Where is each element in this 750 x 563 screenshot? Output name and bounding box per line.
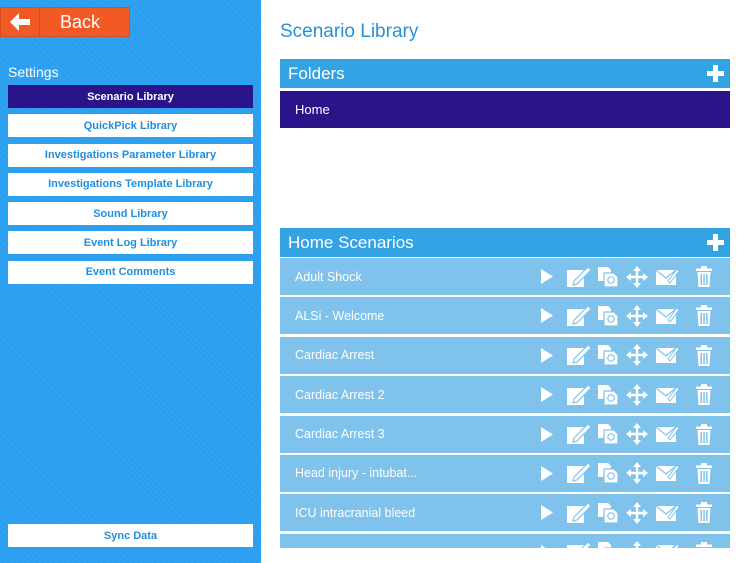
scenario-actions [536,416,714,453]
email-icon[interactable] [654,464,680,482]
edit-icon[interactable] [566,423,592,445]
play-icon[interactable] [536,426,558,443]
email-icon[interactable] [654,425,680,443]
duplicate-icon[interactable] [596,541,620,548]
scenario-name[interactable]: ICU intracranial bleed [295,506,415,520]
trash-icon[interactable] [694,344,714,366]
add-folder-icon[interactable] [707,65,724,82]
move-icon[interactable] [625,462,649,485]
trash-icon[interactable] [694,541,714,548]
sidebar: Back Settings Scenario Library QuickPick… [0,0,261,563]
email-icon[interactable] [654,267,680,286]
trash-icon[interactable] [694,423,714,445]
main-content: Scenario Library Folders Home Home Scena… [261,0,750,563]
scenario-name[interactable]: Cardiac Arrest 3 [295,427,385,441]
folder-name: Home [295,102,330,117]
settings-menu: Scenario Library QuickPick Library Inves… [8,85,253,290]
scenario-actions [536,534,714,548]
duplicate-icon[interactable] [596,305,620,327]
play-icon[interactable] [536,386,558,403]
sidebar-item-scenario-library[interactable]: Scenario Library [8,85,253,108]
scenario-row: Cardiac Arrest 2 [280,376,730,414]
move-icon[interactable] [625,265,649,288]
scenario-row [280,533,730,548]
edit-icon[interactable] [566,462,592,484]
sidebar-item-sound-library[interactable]: Sound Library [8,202,253,226]
scenario-name[interactable]: ALSi - Welcome [295,309,384,323]
scenario-actions [536,376,714,413]
trash-icon[interactable] [694,384,714,406]
scenario-name[interactable]: Head injury - intubat... [295,466,417,480]
scenario-actions [536,258,714,295]
sidebar-item-quickpick-library[interactable]: QuickPick Library [8,114,253,138]
duplicate-icon[interactable] [596,502,620,524]
scenario-row: ICU intracranial bleed [280,494,730,532]
email-icon[interactable] [654,385,680,404]
move-icon[interactable] [625,344,649,367]
scenario-row: Cardiac Arrest [280,336,730,374]
play-icon[interactable] [536,268,558,285]
scenarios-header-label: Home Scenarios [288,232,414,252]
trash-icon[interactable] [694,462,714,484]
move-icon[interactable] [625,383,649,406]
sidebar-item-investigations-parameter-library[interactable]: Investigations Parameter Library [8,143,253,167]
edit-icon[interactable] [566,265,592,288]
edit-icon[interactable] [566,541,592,548]
scenario-name[interactable]: Cardiac Arrest [295,348,374,362]
trash-icon[interactable] [694,502,714,524]
page-title: Scenario Library [280,21,419,42]
sidebar-item-event-log-library[interactable]: Event Log Library [8,231,253,255]
move-icon[interactable] [625,541,649,548]
play-icon[interactable] [536,544,558,548]
edit-icon[interactable] [566,305,592,327]
duplicate-icon[interactable] [596,423,620,445]
scenario-actions [536,494,714,531]
scenario-name[interactable]: Cardiac Arrest 2 [295,388,385,402]
trash-icon[interactable] [694,305,714,327]
add-scenario-icon[interactable] [707,234,724,251]
email-icon[interactable] [654,543,680,548]
play-icon[interactable] [536,307,558,324]
email-icon[interactable] [654,307,680,325]
email-icon[interactable] [654,504,680,522]
duplicate-icon[interactable] [596,344,620,366]
sync-data-button[interactable]: Sync Data [8,524,253,547]
scenario-actions [536,337,714,374]
scenario-row: Cardiac Arrest 3 [280,415,730,453]
scenario-actions [536,297,714,334]
scenario-row: Adult Shock [280,258,730,295]
left-arrow-icon [1,8,40,36]
play-icon[interactable] [536,504,558,521]
back-label: Back [60,11,101,32]
scenario-list[interactable]: Adult Shock ALSi - Welcome Cardiac Arres… [280,258,730,548]
duplicate-icon[interactable] [596,462,620,485]
email-icon[interactable] [654,346,680,364]
scenario-actions [536,455,714,492]
edit-icon[interactable] [566,344,592,366]
scenario-row: ALSi - Welcome [280,297,730,335]
scenario-row: Head injury - intubat... [280,454,730,492]
settings-title: Settings [8,64,59,80]
folders-header-label: Folders [288,63,345,83]
duplicate-icon[interactable] [596,266,620,288]
duplicate-icon[interactable] [596,384,620,406]
edit-icon[interactable] [566,383,592,406]
scenario-name[interactable]: Adult Shock [295,270,362,284]
play-icon[interactable] [536,465,558,482]
play-icon[interactable] [536,347,558,364]
edit-icon[interactable] [566,501,592,524]
sidebar-item-investigations-template-library[interactable]: Investigations Template Library [8,172,253,196]
trash-icon[interactable] [694,266,714,287]
back-button[interactable]: Back [0,7,130,37]
scenarios-header: Home Scenarios [280,228,730,257]
move-icon[interactable] [625,501,649,524]
sidebar-item-event-comments[interactable]: Event Comments [8,260,253,284]
move-icon[interactable] [625,423,649,446]
move-icon[interactable] [625,304,649,327]
folders-header: Folders [280,59,730,88]
folder-item-home[interactable]: Home [280,91,730,128]
